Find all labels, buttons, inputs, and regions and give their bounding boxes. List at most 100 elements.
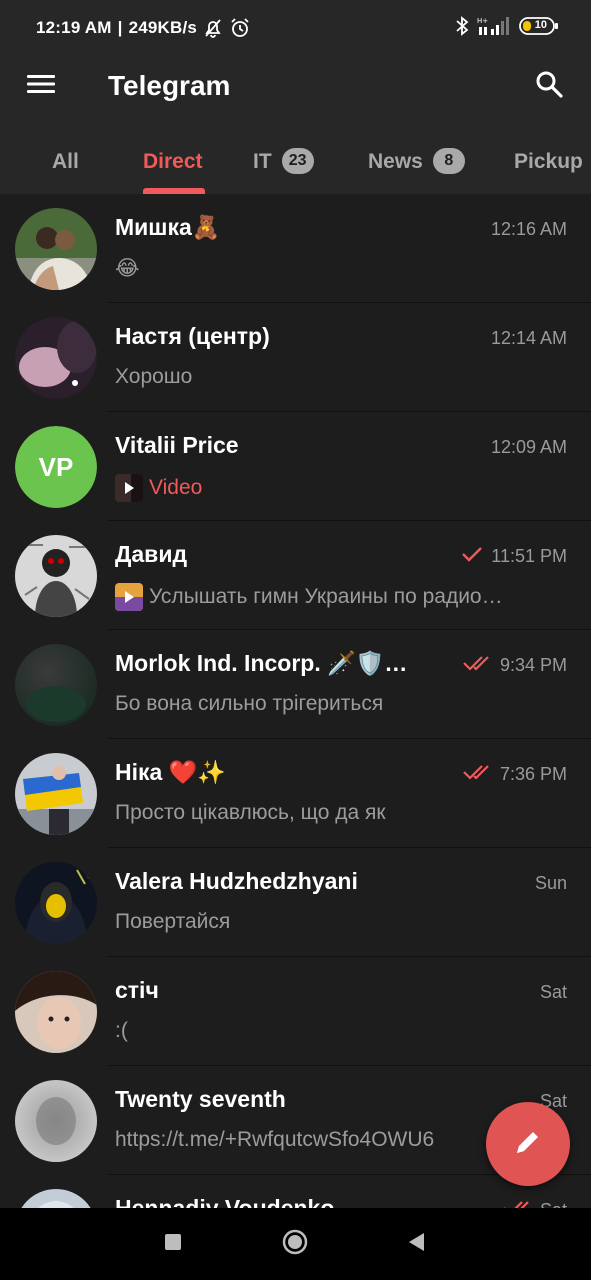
time-label: 11:51 PM (491, 546, 567, 566)
signal-icon: H+ (477, 15, 511, 42)
app-title: Telegram (108, 70, 231, 101)
chat-item[interactable]: Morlok Ind. Incorp. 🗡️🛡️… 9:34 PM Бо вон… (0, 630, 591, 739)
avatar-initials: VP (15, 426, 97, 508)
system-nav-bar (0, 1208, 591, 1280)
chat-time: Sat (540, 982, 567, 1003)
chat-time: 11:51 PM (461, 546, 567, 567)
new-message-button[interactable] (486, 1102, 570, 1186)
chat-preview: Video (115, 474, 570, 502)
avatar (15, 208, 97, 290)
chat-item[interactable]: Hennadiy Voudenko Sat (0, 1175, 591, 1208)
chat-time: 7:36 PM (462, 764, 567, 785)
chat-list[interactable]: Мишка🧸 12:16 AM 😂 Настя (центр) 12:14 AM… (0, 194, 591, 1208)
message-text: Просто цікавлюсь, що да як (115, 801, 386, 824)
chat-preview: Просто цікавлюсь, що да як (115, 801, 570, 825)
unread-badge: 23 (281, 148, 314, 174)
chat-item[interactable]: Ніка ❤️✨ 7:36 PM Просто цікавлюсь, що да… (0, 739, 591, 848)
back-triangle-icon (406, 1231, 426, 1258)
svg-text:H+: H+ (477, 17, 488, 25)
status-right: H+ 10 (455, 15, 559, 42)
double-check-icon (462, 764, 492, 785)
chat-name: Valera Hudzhedzhyani (115, 868, 358, 894)
tab-direct[interactable]: Direct (143, 136, 203, 194)
single-check-icon (461, 546, 483, 567)
video-thumbnail (115, 474, 143, 502)
search-button[interactable] (527, 66, 571, 106)
time-label: 12:14 AM (490, 328, 567, 348)
circle-icon (281, 1228, 309, 1261)
status-bar: 12:19 AM | 249KB/s H+ 10 (0, 0, 591, 56)
time-label: 12:09 AM (490, 437, 567, 457)
message-text: Video (149, 476, 203, 499)
status-time: 12:19 AM (36, 18, 112, 37)
alarm-icon (229, 17, 251, 39)
chat-time: 12:09 AM (491, 437, 567, 458)
bluetooth-icon (455, 15, 469, 42)
chat-preview: Услышать гимн Украины по радио… (115, 583, 570, 611)
chat-name: Настя (центр) (115, 323, 270, 349)
avatar (15, 753, 97, 835)
folder-tabs: All Direct IT 23 News 8 Pickup (0, 136, 591, 194)
status-left: 12:19 AM | 249KB/s (36, 17, 251, 39)
avatar (15, 1189, 97, 1208)
avatar (15, 317, 97, 399)
chat-item[interactable]: Давид 11:51 PM Услышать гимн Украины по … (0, 521, 591, 630)
time-label: Sat (540, 1200, 567, 1208)
message-text: :( (115, 1019, 128, 1042)
tab-label: Direct (143, 150, 203, 173)
chat-name: стіч (115, 977, 159, 1003)
tab-news[interactable]: News 8 (368, 136, 465, 194)
status-speed: 249KB/s (128, 18, 198, 37)
recents-button[interactable] (153, 1226, 193, 1262)
message-text: 😂 (115, 257, 140, 280)
tab-all[interactable]: All (52, 136, 79, 194)
chat-name: Давид (115, 541, 188, 567)
avatar: VP (15, 426, 97, 508)
time-label: 9:34 PM (499, 655, 567, 675)
chat-item[interactable]: Valera Hudzhedzhyani Sun Повертайся (0, 848, 591, 957)
chat-preview: 😂 (115, 256, 570, 281)
menu-button[interactable] (18, 66, 64, 106)
video-thumbnail (115, 583, 143, 611)
chat-preview: Хорошо (115, 365, 570, 389)
tab-label: News (368, 150, 423, 173)
back-button[interactable] (396, 1226, 436, 1262)
tab-label: Pickup (514, 150, 583, 173)
chat-time: 9:34 PM (462, 655, 567, 676)
chat-time: Sat (502, 1200, 567, 1208)
chat-preview: Бо вона сильно трігериться (115, 692, 570, 716)
pencil-icon (513, 1127, 543, 1162)
home-button[interactable] (275, 1226, 315, 1262)
message-text: Хорошо (115, 365, 193, 388)
chat-name: Hennadiy Voudenko (115, 1195, 335, 1208)
time-label: Sun (534, 873, 567, 893)
chat-name: Мишка🧸 (115, 214, 221, 240)
avatar (15, 644, 97, 726)
message-text: Повертайся (115, 910, 231, 933)
tab-pickup[interactable]: Pickup (514, 136, 583, 194)
message-text: Услышать гимн Украины по радио… (149, 585, 503, 608)
unread-badge: 8 (432, 148, 465, 174)
battery-level: 10 (534, 19, 547, 31)
chat-item[interactable]: Настя (центр) 12:14 AM Хорошо (0, 303, 591, 412)
time-label: 12:16 AM (490, 219, 567, 239)
hamburger-icon (26, 73, 56, 100)
time-label: Sat (539, 982, 567, 1002)
search-icon (535, 70, 563, 103)
chat-item[interactable]: VP Vitalii Price 12:09 AM Video (0, 412, 591, 521)
chat-time: 12:16 AM (491, 219, 567, 240)
square-icon (164, 1233, 182, 1256)
chat-preview: Повертайся (115, 910, 570, 934)
chat-item[interactable]: Мишка🧸 12:16 AM 😂 (0, 194, 591, 303)
chat-item[interactable]: стіч Sat :( (0, 957, 591, 1066)
chat-time: 12:14 AM (491, 328, 567, 349)
chat-name: Twenty seventh (115, 1086, 286, 1112)
app-bar: Telegram All Direct IT 23 News 8 Pickup (0, 56, 591, 194)
avatar (15, 535, 97, 617)
tab-it[interactable]: IT 23 (253, 136, 314, 194)
avatar (15, 971, 97, 1053)
message-text: https://t.me/+RwfqutcwSfo4OWU6 (115, 1128, 435, 1151)
status-separator: | (117, 18, 123, 37)
avatar (15, 1080, 97, 1162)
time-label: 7:36 PM (499, 764, 567, 784)
